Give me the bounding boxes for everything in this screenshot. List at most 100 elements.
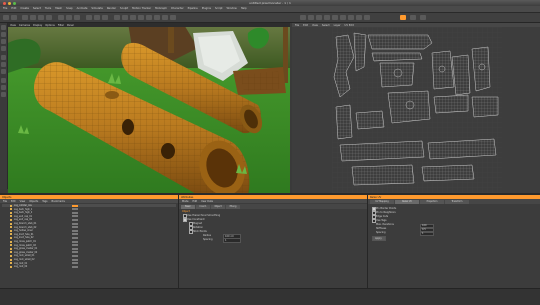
viewport-menu-options[interactable]: Options (45, 24, 55, 27)
cube-icon[interactable] (114, 15, 120, 20)
menu-mograph[interactable]: MoGraph (155, 6, 167, 12)
object-tags[interactable] (72, 226, 78, 229)
object-tags[interactable] (72, 222, 78, 225)
subdivision-icon[interactable] (130, 15, 136, 20)
x-axis-icon[interactable] (58, 15, 64, 20)
floor-icon[interactable] (154, 15, 160, 20)
uv-transform-icon[interactable] (340, 15, 346, 20)
menu-mesh[interactable]: Mesh (55, 6, 62, 12)
menu-snap[interactable]: Snap (66, 6, 73, 12)
polygons-mode-icon[interactable] (1, 69, 6, 74)
uv-mode-icon[interactable] (300, 15, 306, 20)
tab-coord[interactable]: Coord. (196, 204, 210, 209)
object-row[interactable]: Log_root_02 (2, 265, 176, 268)
deformer-icon[interactable] (146, 15, 152, 20)
viewport-menu-filter[interactable]: Filter (58, 24, 64, 27)
spacing-field[interactable]: 1 (223, 238, 241, 243)
z-axis-icon[interactable] (74, 15, 80, 20)
live-selection-icon[interactable] (22, 15, 28, 20)
attributes-menu-user-data[interactable]: User Data (201, 200, 213, 203)
menu-tools[interactable]: Tools (45, 6, 51, 12)
tab-relax-uv[interactable]: Relax UV (395, 199, 419, 204)
light-icon[interactable] (170, 15, 176, 20)
viewport-menu-panel[interactable]: Panel (67, 24, 74, 27)
workspace-icon[interactable] (420, 15, 426, 20)
render-view-icon[interactable] (86, 15, 92, 20)
objects-menu-view[interactable]: View (20, 200, 26, 203)
object-tags[interactable] (72, 229, 78, 232)
perspective-viewport[interactable]: View Cameras Display Options Filter Pane… (8, 23, 290, 193)
tab-basic[interactable]: Basic (181, 204, 195, 209)
object-tags[interactable] (72, 265, 78, 268)
menu-plugins[interactable]: Plugins (202, 6, 211, 12)
uv-points-icon[interactable] (316, 15, 322, 20)
object-tags[interactable] (72, 255, 78, 258)
viewport-menu-view[interactable]: View (10, 24, 16, 27)
object-tags[interactable] (72, 258, 78, 261)
undo-icon[interactable] (3, 15, 9, 20)
y-axis-icon[interactable] (66, 15, 72, 20)
uv-polygons-icon[interactable] (332, 15, 338, 20)
object-tags[interactable] (72, 262, 78, 265)
tab-transform[interactable]: Transform (445, 199, 469, 204)
object-tags[interactable] (72, 251, 78, 254)
move-icon[interactable] (30, 15, 36, 20)
menu-script[interactable]: Script (215, 6, 223, 12)
attributes-menu-mode[interactable]: Mode (182, 200, 189, 203)
uv-edges-icon[interactable] (324, 15, 330, 20)
object-tags[interactable] (72, 247, 78, 250)
model-mode-icon[interactable] (1, 32, 6, 37)
redo-icon[interactable] (11, 15, 17, 20)
layout-menu-icon[interactable] (410, 15, 416, 20)
uv-scale-icon[interactable] (348, 15, 354, 20)
object-tags[interactable] (72, 244, 78, 247)
menu-file[interactable]: File (3, 6, 7, 12)
objects-menu-objects[interactable]: Objects (29, 200, 38, 203)
object-tags[interactable] (72, 204, 78, 207)
menu-sculpt[interactable]: Sculpt (120, 6, 128, 12)
points-mode-icon[interactable] (1, 55, 6, 60)
edges-mode-icon[interactable] (1, 62, 6, 67)
cloner-icon[interactable] (138, 15, 144, 20)
objects-menu-edit[interactable]: Edit (11, 200, 16, 203)
layout-icon[interactable] (400, 15, 406, 20)
object-tags[interactable] (72, 208, 78, 211)
object-tags[interactable] (72, 233, 78, 236)
snap-icon[interactable] (1, 78, 6, 83)
scale-icon[interactable] (38, 15, 44, 20)
relax-spacing-field[interactable]: 1 (420, 231, 434, 237)
object-tags[interactable] (72, 240, 78, 243)
menu-pipeline[interactable]: Pipeline (188, 6, 198, 12)
menu-select[interactable]: Select (33, 6, 41, 12)
menu-character[interactable]: Character (171, 6, 184, 12)
menu-create[interactable]: Create (20, 6, 29, 12)
menu-window[interactable]: Window (227, 6, 237, 12)
uv-layout-canvas[interactable] (292, 27, 540, 193)
render-picture-viewer-icon[interactable] (94, 15, 100, 20)
object-tags[interactable] (72, 219, 78, 222)
pen-icon[interactable] (122, 15, 128, 20)
make-editable-icon[interactable] (1, 25, 6, 30)
objects-menu-bookmarks[interactable]: Bookmarks (52, 200, 65, 203)
tab-object[interactable]: Object (211, 204, 225, 209)
uv-grid-icon[interactable] (364, 15, 370, 20)
viewport-menu-display[interactable]: Display (33, 24, 42, 27)
menu-simulate[interactable]: Simulate (91, 6, 102, 12)
menu-animate[interactable]: Animate (77, 6, 88, 12)
menu-edit[interactable]: Edit (11, 6, 16, 12)
object-tags[interactable] (72, 237, 78, 240)
objects-menu-file[interactable]: File (3, 200, 7, 203)
object-tags[interactable] (72, 215, 78, 218)
workplane-icon[interactable] (1, 46, 6, 51)
rotate-icon[interactable] (46, 15, 52, 20)
uv-editor-panel[interactable]: File Edit View Select Layer UV Edit (292, 23, 540, 193)
apply-button[interactable]: Apply (372, 236, 386, 241)
objects-menu-tags[interactable]: Tags (42, 200, 47, 203)
tab-phong[interactable]: Phong (226, 204, 240, 209)
camera-icon[interactable] (162, 15, 168, 20)
uv-rotate-icon[interactable] (356, 15, 362, 20)
tab-uv-mapping[interactable]: UV Mapping (370, 199, 394, 204)
menu-help[interactable]: Help (241, 6, 247, 12)
lock-workplane-icon[interactable] (1, 85, 6, 90)
texture-mode-icon[interactable] (1, 39, 6, 44)
